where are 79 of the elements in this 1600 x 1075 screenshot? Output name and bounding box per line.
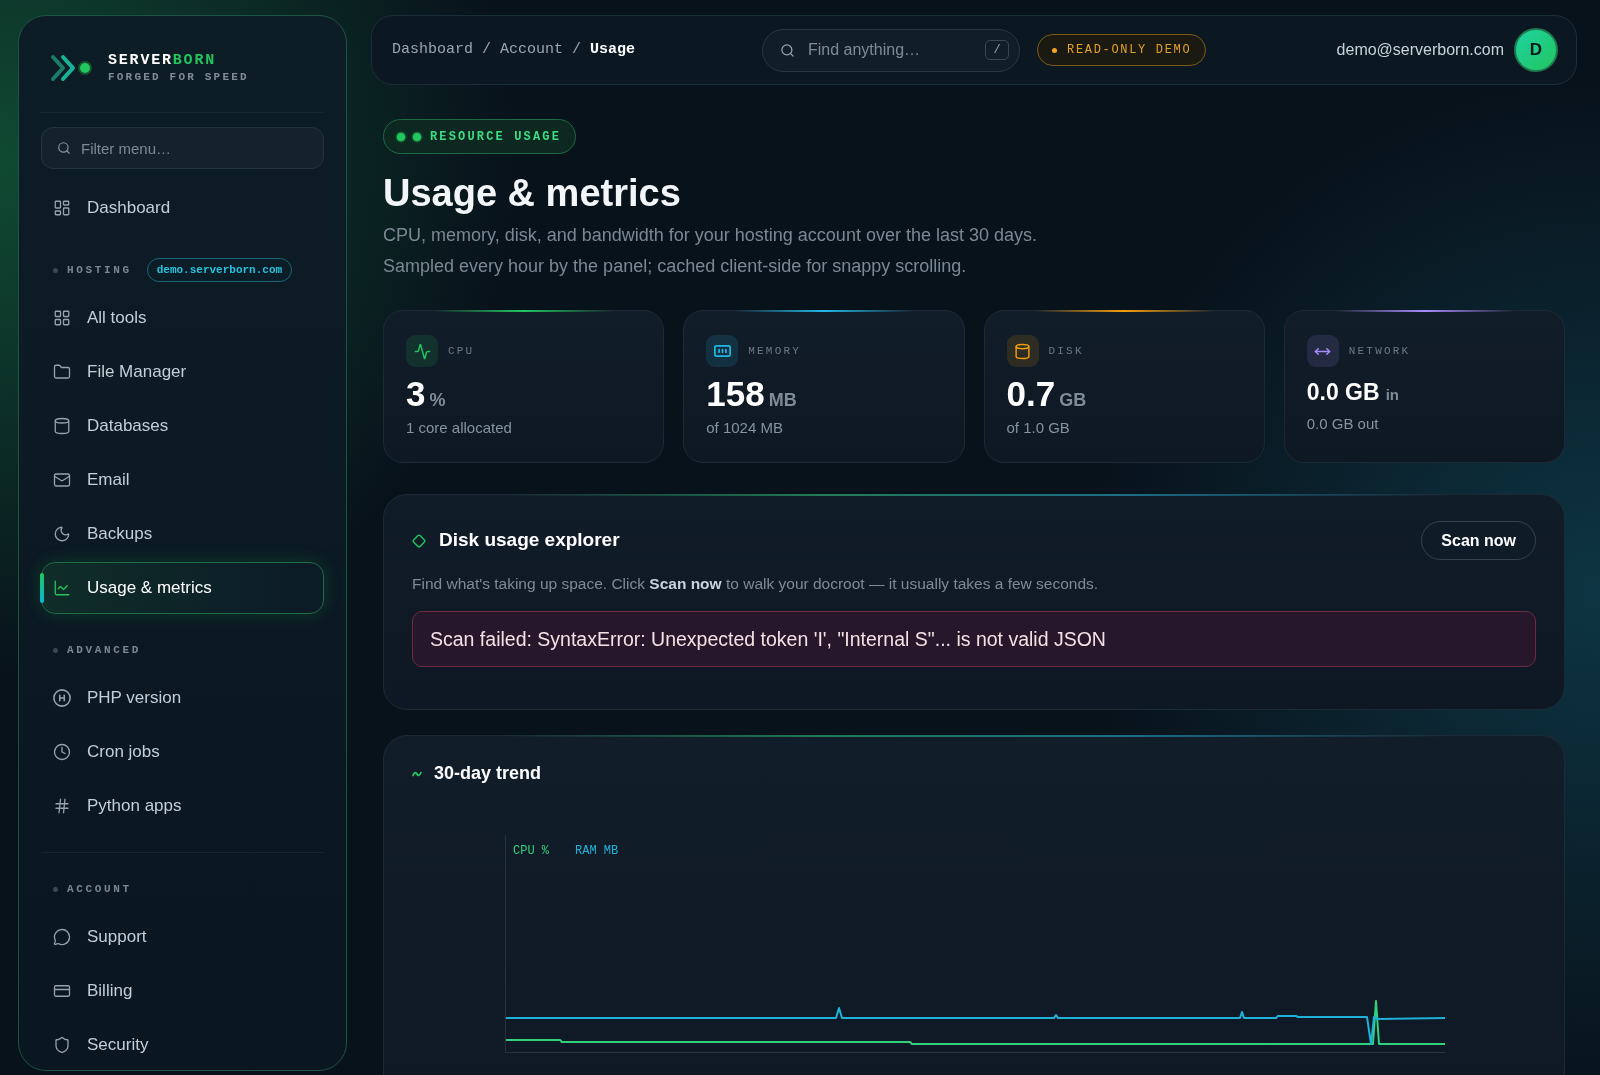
brand-tagline: FORGED FOR SPEED <box>108 70 249 84</box>
stat-unit: in <box>1385 385 1399 405</box>
stat-value: 158 <box>706 373 765 415</box>
line-chart-icon <box>53 579 71 597</box>
legend-label: CPU % <box>513 843 549 861</box>
dot-icon <box>53 267 58 273</box>
stat-detail: 1 core allocated <box>406 418 513 438</box>
breadcrumb-link[interactable]: Account <box>500 38 564 62</box>
dot-icon <box>53 886 58 892</box>
chevrons-dot-logo <box>50 53 94 83</box>
stat-label: CPU <box>448 343 475 359</box>
card-title: 30-day trend <box>434 762 542 786</box>
eyebrow-text: RESOURCE USAGE <box>430 128 562 146</box>
stat-unit: MB <box>768 389 797 412</box>
folder-icon <box>53 363 71 381</box>
sidebar-item[interactable]: All tools <box>41 292 324 344</box>
sidebar-item[interactable]: File Manager <box>41 346 324 398</box>
sidebar-item[interactable]: Backups <box>41 508 324 560</box>
page-description: Sampled every hour by the panel; cached client-side for snappy scrolling. <box>383 255 968 278</box>
stat-detail: of 1024 MB <box>706 418 784 438</box>
stat-unit: GB <box>1059 389 1087 412</box>
sidebar-item[interactable]: Billing <box>41 965 324 1017</box>
stat-value: 0.0 GB <box>1306 378 1380 406</box>
search-icon <box>780 42 795 58</box>
user-email: demo@serverborn.com <box>1336 40 1504 60</box>
stat-detail: of 1.0 GB <box>1006 418 1071 438</box>
brand-name: SERVERBORN <box>108 52 218 70</box>
section-heading: ADVANCED <box>67 642 141 658</box>
stat-value: 3 <box>406 373 426 415</box>
clock-icon <box>53 743 71 761</box>
moon-icon <box>53 525 71 543</box>
breadcrumb-link[interactable]: Dashboard <box>392 38 473 62</box>
dot-icon <box>53 647 58 653</box>
card-title: Disk usage explorer <box>439 528 620 553</box>
breadcrumb-link[interactable]: Usage <box>590 38 636 62</box>
sidebar-item[interactable]: Email <box>41 454 324 506</box>
legend-label: RAM MB <box>575 843 619 861</box>
cylinder-icon <box>53 417 71 435</box>
diamond-icon <box>412 533 426 548</box>
sidebar-item[interactable]: Python apps <box>41 780 324 832</box>
search-icon <box>57 141 71 155</box>
stat-detail: 0.0 GB out <box>1306 413 1380 434</box>
page-description: CPU, memory, disk, and bandwidth for your hosting account over the last 30 days. <box>383 224 1038 247</box>
sidebar-item[interactable]: Security <box>41 1019 324 1070</box>
sidebar-item[interactable]: Databases <box>41 400 324 452</box>
sidebar-item[interactable]: Support <box>41 911 324 963</box>
active-indicator <box>40 573 44 603</box>
error-message: Scan failed: SyntaxError: Unexpected token 'I', "Internal S"... is not valid JSON <box>412 611 1536 668</box>
domain-tag: demo.serverborn.com <box>146 257 293 283</box>
scan-button[interactable]: Scan now <box>1421 521 1536 560</box>
stat-value: 0.7 <box>1006 373 1056 415</box>
filter-field[interactable]: Filter menu… <box>41 127 324 169</box>
mail-icon <box>53 471 71 489</box>
section-heading: HOSTING <box>67 262 132 278</box>
page-title: Usage & metrics <box>383 171 682 216</box>
tilde-icon <box>412 770 422 777</box>
shield-icon <box>53 1036 71 1054</box>
dots-icon <box>395 130 423 143</box>
credit-card-icon <box>53 982 71 1000</box>
breadcrumb-separator: / <box>572 39 582 60</box>
sidebar-item[interactable]: Usage & metrics <box>41 562 324 614</box>
breadcrumb-separator: / <box>482 39 492 60</box>
hash-icon <box>53 797 71 815</box>
stat-label: NETWORK <box>1348 343 1411 359</box>
card-description: Find what's taking up space. Click Scan now to walk your docroot — it usually takes a few seconds. <box>412 574 1100 594</box>
sidebar-item[interactable]: Cron jobs <box>41 726 324 778</box>
sidebar-item[interactable]: PHP version <box>41 672 324 724</box>
stat-label: DISK <box>1048 343 1084 359</box>
sidebar-item[interactable]: Dashboard <box>41 182 324 234</box>
section-heading: ACCOUNT <box>67 881 132 897</box>
dashboard-icon <box>53 199 71 217</box>
stat-label: MEMORY <box>748 343 802 359</box>
badge-text: READ-ONLY DEMO <box>1067 42 1192 59</box>
circled-h-icon <box>53 689 71 707</box>
stat-unit: % <box>429 389 446 412</box>
grid-icon <box>53 309 71 327</box>
dot-icon <box>1052 47 1057 53</box>
chat-bubble-icon <box>53 928 71 946</box>
avatar[interactable]: D <box>1514 28 1558 72</box>
